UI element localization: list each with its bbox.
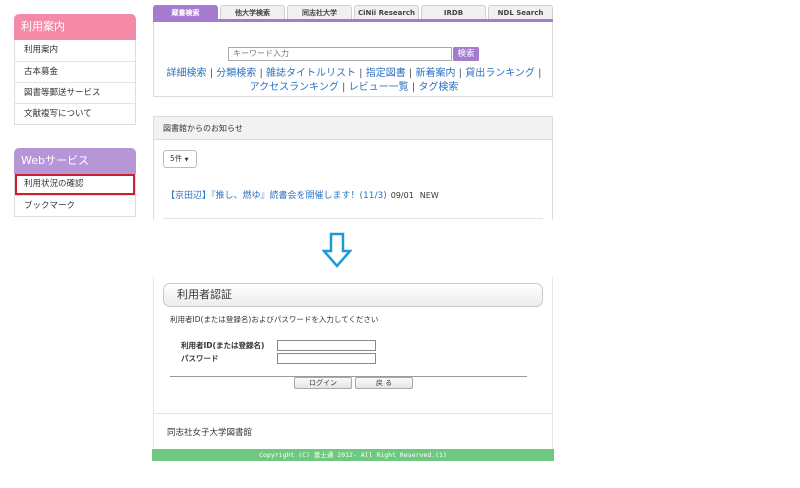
sidebar-item-mail-service[interactable]: 図書等郵送サービス <box>15 82 135 103</box>
tab-catalog-search[interactable]: 蔵書検索 <box>153 5 218 19</box>
password-label: パスワード <box>181 354 219 363</box>
password-field[interactable] <box>277 353 376 364</box>
login-button[interactable]: ログイン <box>294 377 352 389</box>
news-panel: 図書館からのお知らせ 5件 ▼ 【京田辺】『推し、燃ゆ』読書会を開催します！(1… <box>153 116 553 220</box>
sidebar-guide-list: 利用案内 古本募金 図書等郵送サービス 文献複写について <box>14 40 136 125</box>
sidebar-item-usage-status[interactable]: 利用状況の確認 <box>15 174 135 195</box>
link-tag-search[interactable]: タグ検索 <box>418 82 458 93</box>
back-button[interactable]: 戻 る <box>355 377 413 389</box>
news-count-value: 5件 <box>170 154 183 163</box>
news-item-link[interactable]: 【京田辺】『推し、燃ゆ』読書会を開催します！(11/3) <box>166 191 387 201</box>
tab-cinii-research[interactable]: CiNii Research <box>354 5 419 19</box>
search-row: キーワード入力 検索 <box>228 47 479 61</box>
sidebar-item-bookmark[interactable]: ブックマーク <box>15 195 135 216</box>
news-item-date: 09/01 <box>390 191 414 200</box>
link-review-list[interactable]: レビュー一覧 <box>349 82 409 93</box>
news-header: 図書館からのお知らせ <box>154 117 552 140</box>
link-advanced-search[interactable]: 詳細検索 <box>167 68 207 79</box>
tab-other-university[interactable]: 他大学検索 <box>220 5 285 19</box>
news-new-badge: NEW <box>419 191 439 200</box>
search-links: 詳細検索 | 分類検索 | 雑誌タイトルリスト | 指定図書 | 新着案内 | … <box>166 68 542 93</box>
link-new-arrivals[interactable]: 新着案内 <box>415 68 455 79</box>
login-divider <box>154 413 552 414</box>
tab-ndl-search[interactable]: NDL Search <box>488 5 553 19</box>
down-arrow-icon <box>322 232 352 268</box>
copyright-footer: Copyright (C) 富士通 2012- All Right Reserv… <box>152 449 554 461</box>
sidebar-web-list: 利用状況の確認 ブックマーク <box>14 174 136 217</box>
search-panel: キーワード入力 検索 詳細検索 | 分類検索 | 雑誌タイトルリスト | 指定図… <box>153 22 553 97</box>
sidebar-guide-panel: 利用案内 利用案内 古本募金 図書等郵送サービス 文献複写について <box>14 14 136 125</box>
login-section: 利用者認証 利用者ID(または登録名)およびパスワードを入力してください 利用者… <box>153 277 553 461</box>
caret-down-icon: ▼ <box>184 157 189 163</box>
user-id-field[interactable] <box>277 340 376 351</box>
search-input[interactable]: キーワード入力 <box>228 47 452 61</box>
sidebar-web-panel: Webサービス 利用状況の確認 ブックマーク <box>14 148 136 217</box>
link-reserved-books[interactable]: 指定図書 <box>366 68 406 79</box>
sidebar-web-title: Webサービス <box>14 148 136 174</box>
news-item: 【京田辺】『推し、燃ゆ』読書会を開催します！(11/3) 09/01 NEW <box>166 188 439 201</box>
link-access-ranking[interactable]: アクセスランキング <box>250 82 339 93</box>
sidebar-item-guide[interactable]: 利用案内 <box>15 40 135 61</box>
tab-doshisha[interactable]: 同志社大学 <box>287 5 352 19</box>
auth-heading: 利用者認証 <box>163 283 543 307</box>
news-count-select[interactable]: 5件 ▼ <box>163 150 197 168</box>
library-name: 同志社女子大学図書館 <box>167 428 253 438</box>
sidebar-item-copy-service[interactable]: 文献複写について <box>15 103 135 124</box>
search-button[interactable]: 検索 <box>453 47 479 61</box>
link-journal-title-list[interactable]: 雑誌タイトルリスト <box>266 68 356 79</box>
link-lending-ranking[interactable]: 貸出ランキング <box>465 68 535 79</box>
user-id-label: 利用者ID(または登録名) <box>181 341 265 350</box>
search-tabs: 蔵書検索 他大学検索 同志社大学 CiNii Research IRDB NDL… <box>153 5 553 22</box>
link-classification-search[interactable]: 分類検索 <box>216 68 256 79</box>
auth-instruction: 利用者ID(または登録名)およびパスワードを入力してください <box>170 315 379 324</box>
sidebar-guide-title: 利用案内 <box>14 14 136 40</box>
news-divider <box>163 218 543 219</box>
sidebar-item-book-donation[interactable]: 古本募金 <box>15 61 135 82</box>
tab-irdb[interactable]: IRDB <box>421 5 486 19</box>
